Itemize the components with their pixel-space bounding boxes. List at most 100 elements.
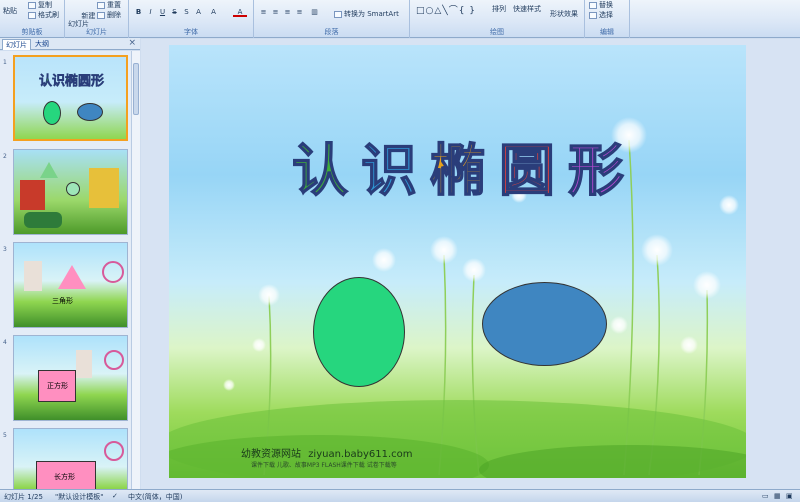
underline-icon[interactable]: U bbox=[158, 8, 167, 17]
slide-editing-area: 认 识 椭 圆 形 幼教资源网站 ziyuan.baby611.com 课件下载… bbox=[141, 39, 800, 489]
smartart-icon bbox=[334, 10, 342, 18]
ribbon: 粘贴 复制 格式刷 剪贴板 新建 幻灯片 重置 删除 幻灯片 B I U S S… bbox=[0, 0, 800, 38]
clipboard-group-label: 剪贴板 bbox=[21, 28, 43, 36]
green-ellipse[interactable] bbox=[313, 277, 405, 387]
slide-title-char: 认 bbox=[291, 139, 349, 204]
editing-group-label: 编辑 bbox=[600, 28, 614, 36]
thumbnail-number: 1 bbox=[3, 59, 7, 66]
thumb-rocking-horse bbox=[24, 212, 62, 228]
replace-icon bbox=[589, 1, 597, 9]
arrange-button[interactable]: 排列 bbox=[492, 4, 506, 14]
close-icon[interactable]: × bbox=[128, 38, 136, 48]
paragraph-group-label: 段落 bbox=[324, 28, 339, 36]
thumb-label: 正方形 bbox=[47, 382, 68, 390]
copy-button[interactable]: 复制 bbox=[28, 0, 52, 10]
slide-sorter-icon[interactable]: ▦ bbox=[774, 492, 781, 500]
italic-icon[interactable]: I bbox=[146, 8, 155, 17]
thumbnail-number: 2 bbox=[3, 153, 7, 160]
replace-button[interactable]: 替换 bbox=[589, 0, 613, 10]
columns-icon[interactable]: ▥ bbox=[310, 8, 319, 17]
thumbnail-number: 5 bbox=[3, 432, 7, 439]
align-right-icon[interactable]: ≡ bbox=[283, 8, 292, 17]
slides-group-label: 幻灯片 bbox=[86, 28, 107, 36]
thumb-ellipse bbox=[66, 182, 80, 196]
thumb-label: 三角形 bbox=[52, 297, 73, 305]
format-painter-icon bbox=[28, 11, 36, 19]
editing-group: 替换 选择 编辑 bbox=[585, 0, 630, 38]
slideshow-icon[interactable]: ▣ bbox=[786, 492, 793, 500]
thumbnail-number: 4 bbox=[3, 339, 7, 346]
justify-icon[interactable]: ≡ bbox=[295, 8, 304, 17]
watermark-site-name: 幼教资源网站 bbox=[241, 449, 301, 460]
copy-icon bbox=[28, 1, 36, 9]
thumb-ellipse-blue bbox=[77, 103, 103, 121]
slide-canvas[interactable]: 认 识 椭 圆 形 幼教资源网站 ziyuan.baby611.com 课件下载… bbox=[169, 45, 746, 478]
slide-thumbnail-pane: 1 认识椭圆形 2 3 三角形 4 正方形 5 长方形 bbox=[0, 51, 140, 489]
thumb-ferris-wheel bbox=[102, 261, 124, 283]
slide-title-char: 形 bbox=[567, 139, 625, 204]
thumb-playground-slide bbox=[20, 180, 45, 210]
thumb-triangle bbox=[40, 162, 58, 178]
drawing-group: □○△╲⌒{ } 排列 快速样式 形状效果 绘图 bbox=[410, 0, 585, 38]
thumb-ferris-wheel bbox=[104, 350, 124, 370]
scrollbar-thumb[interactable] bbox=[133, 63, 139, 115]
font-group: B I U S S A A A 字体 bbox=[129, 0, 254, 38]
language-indicator: 中文(简体，中国) bbox=[128, 493, 183, 501]
paragraph-group: ≡ ≡ ≡ ≡ ▥ 转换为 SmartArt 段落 bbox=[254, 0, 410, 38]
slide-thumbnail-1[interactable]: 认识椭圆形 bbox=[13, 55, 128, 141]
slide-thumbnail-4[interactable]: 正方形 bbox=[13, 335, 128, 421]
slide-background-art bbox=[169, 117, 746, 478]
thumb-title: 认识椭圆形 bbox=[39, 74, 105, 90]
slide-thumbnail-3[interactable]: 三角形 bbox=[13, 242, 128, 328]
font-color-icon[interactable]: A bbox=[233, 8, 247, 17]
align-center-icon[interactable]: ≡ bbox=[271, 8, 280, 17]
watermark-site-url: ziyuan.baby611.com bbox=[308, 449, 413, 460]
shadow-icon[interactable]: S bbox=[182, 8, 191, 17]
slides-group: 新建 幻灯片 重置 删除 幻灯片 bbox=[65, 0, 129, 38]
slide-thumbnail-5[interactable]: 长方形 bbox=[13, 428, 128, 489]
slide-title-char: 圆 bbox=[498, 139, 556, 204]
thumb-castle bbox=[76, 350, 92, 378]
reset-icon bbox=[97, 1, 105, 9]
thumb-ferris-wheel bbox=[104, 441, 124, 461]
char-spacing-icon[interactable]: A bbox=[194, 8, 203, 17]
thumb-label: 长方形 bbox=[54, 473, 75, 481]
reset-button[interactable]: 重置 bbox=[97, 0, 121, 10]
font-group-label: 字体 bbox=[184, 28, 198, 36]
align-left-icon[interactable]: ≡ bbox=[259, 8, 268, 17]
pane-tabs: 幻灯片 大纲 × bbox=[0, 38, 140, 50]
watermark-site: 幼教资源网站 ziyuan.baby611.com bbox=[241, 445, 412, 460]
slide-title-char: 椭 bbox=[429, 139, 487, 204]
thumb-playground-house bbox=[89, 168, 119, 208]
blue-ellipse[interactable] bbox=[482, 282, 607, 366]
delete-icon bbox=[97, 11, 105, 19]
select-icon bbox=[589, 11, 597, 19]
paste-button[interactable]: 粘贴 bbox=[3, 6, 17, 16]
select-button[interactable]: 选择 bbox=[589, 10, 613, 20]
thumb-triangle bbox=[58, 265, 86, 289]
status-bar: 幻灯片 1/25 "默认设计模板" ✓ 中文(简体，中国) ▭ ▦ ▣ bbox=[0, 489, 800, 502]
delete-button[interactable]: 删除 bbox=[97, 10, 121, 20]
tab-slides[interactable]: 幻灯片 bbox=[2, 39, 31, 50]
thumb-ellipse-green bbox=[43, 101, 61, 125]
drawing-group-label: 绘图 bbox=[490, 28, 504, 36]
slide-thumbnail-2[interactable] bbox=[13, 149, 128, 235]
spellcheck-icon[interactable]: ✓ bbox=[112, 492, 118, 500]
shape-effects-button[interactable]: 形状效果 bbox=[550, 9, 578, 19]
tab-outline[interactable]: 大纲 bbox=[32, 39, 52, 50]
thumbnail-number: 3 bbox=[3, 246, 7, 253]
slide-title-char: 识 bbox=[360, 139, 418, 204]
change-case-icon[interactable]: A bbox=[209, 8, 218, 17]
bold-icon[interactable]: B bbox=[134, 8, 143, 17]
clipboard-group: 粘贴 复制 格式刷 剪贴板 bbox=[0, 0, 65, 38]
thumbnail-scrollbar[interactable] bbox=[131, 51, 140, 489]
watermark-subtitle: 课件下载 儿歌、故事MP3 FLASH课件下载 试卷下载等 bbox=[251, 462, 397, 469]
strikethrough-icon[interactable]: S bbox=[170, 8, 179, 17]
quick-styles-button[interactable]: 快速样式 bbox=[513, 4, 541, 14]
theme-name: "默认设计模板" bbox=[55, 493, 104, 501]
slide-counter: 幻灯片 1/25 bbox=[4, 493, 43, 501]
convert-smartart-button[interactable]: 转换为 SmartArt bbox=[334, 9, 399, 19]
shapes-gallery[interactable]: □○△╲⌒{ } bbox=[416, 3, 476, 16]
format-painter-button[interactable]: 格式刷 bbox=[28, 10, 59, 20]
normal-view-icon[interactable]: ▭ bbox=[762, 492, 769, 500]
